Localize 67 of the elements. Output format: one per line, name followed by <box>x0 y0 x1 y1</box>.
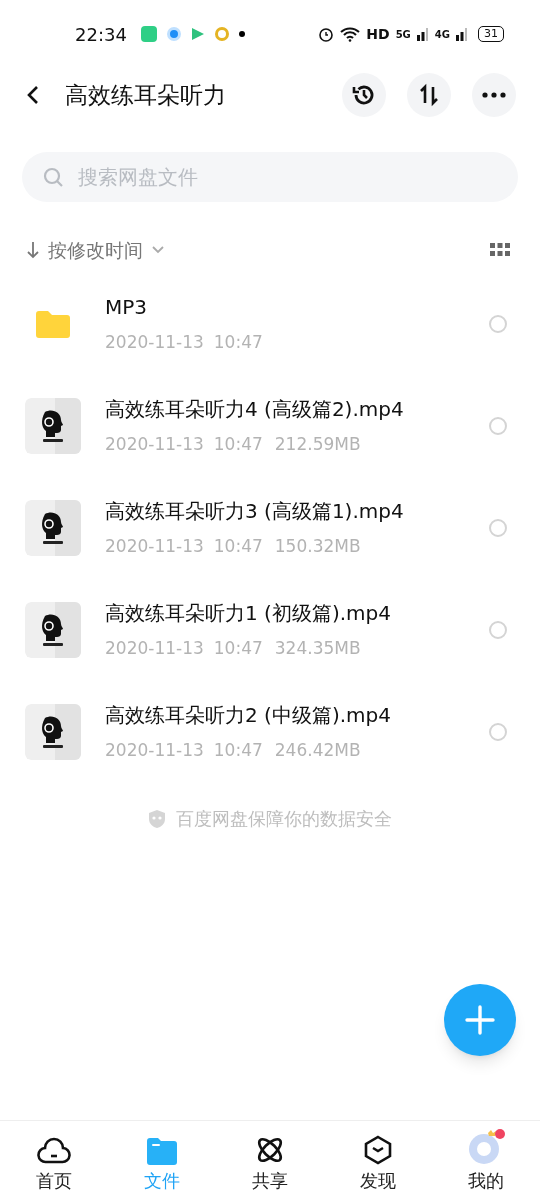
file-time: 10:47 <box>213 331 263 355</box>
file-row[interactable]: 高效练耳朵听力1 (初级篇).mp4 2020-11-13 10:47 324.35MB <box>0 579 540 681</box>
history-button[interactable] <box>342 73 386 117</box>
signal-label: 4G <box>434 27 450 42</box>
avatar-icon <box>466 1129 506 1165</box>
page-title: 高效练耳朵听力 <box>65 80 226 110</box>
plus-icon <box>465 1005 495 1035</box>
select-radio[interactable] <box>489 519 507 537</box>
file-size: 150.32MB <box>274 535 361 559</box>
file-row[interactable]: 高效练耳朵听力2 (中级篇).mp4 2020-11-13 10:47 246.42MB <box>0 681 540 783</box>
more-button[interactable] <box>472 73 516 117</box>
tab[interactable]: 共享 <box>216 1121 324 1194</box>
file-size: 246.42MB <box>274 739 361 763</box>
file-size: 324.35MB <box>274 637 361 661</box>
add-button[interactable] <box>444 984 516 1056</box>
signal-icon <box>456 27 468 41</box>
caret-icon <box>151 245 165 255</box>
down-arrow-icon <box>26 241 40 259</box>
app-icon <box>140 26 157 42</box>
status-time: 22:34 <box>75 22 127 47</box>
file-date: 2020-11-13 <box>105 535 204 559</box>
app-icon <box>214 27 229 41</box>
file-time: 10:47 <box>213 433 263 457</box>
file-name: 高效练耳朵听力4 (高级篇2).mp4 <box>105 396 405 424</box>
network-label: HD <box>366 24 390 44</box>
file-name: 高效练耳朵听力1 (初级篇).mp4 <box>105 600 392 628</box>
file-row[interactable]: 高效练耳朵听力3 (高级篇1).mp4 2020-11-13 10:47 150.32MB <box>0 477 540 579</box>
signal-label: 5G <box>395 27 411 42</box>
select-radio[interactable] <box>489 621 507 639</box>
select-radio[interactable] <box>489 417 507 435</box>
file-size: 212.59MB <box>274 433 361 457</box>
file-date: 2020-11-13 <box>105 433 204 457</box>
play-icon <box>190 27 205 41</box>
signal-icon <box>416 27 429 41</box>
file-time: 10:47 <box>213 739 263 763</box>
select-radio[interactable] <box>489 723 507 741</box>
file-date: 2020-11-13 <box>105 331 204 355</box>
select-radio[interactable] <box>489 315 507 333</box>
file-name: 高效练耳朵听力3 (高级篇1).mp4 <box>105 498 405 526</box>
file-row[interactable]: 高效练耳朵听力4 (高级篇2).mp4 2020-11-13 10:47 212.59MB <box>0 375 540 477</box>
file-row[interactable]: MP3 2020-11-13 10:47 <box>0 273 540 375</box>
app-icon <box>166 27 181 41</box>
file-time: 10:47 <box>213 637 263 661</box>
cloud-icon <box>37 1137 71 1165</box>
sort-button[interactable] <box>407 73 451 117</box>
grid-view-icon[interactable] <box>490 243 510 257</box>
file-name: 高效练耳朵听力2 (中级篇).mp4 <box>105 702 392 730</box>
battery-indicator: 31 <box>478 26 504 42</box>
file-name: MP3 <box>105 294 149 322</box>
shield-icon <box>148 808 166 829</box>
file-date: 2020-11-13 <box>105 637 204 661</box>
sort-order-dropdown[interactable]: 按修改时间 <box>26 235 165 265</box>
search-field[interactable]: 搜索网盘文件 <box>22 152 518 202</box>
tab[interactable]: 我的 <box>432 1121 540 1194</box>
search-icon <box>42 166 64 188</box>
tab[interactable]: 发现 <box>324 1121 432 1194</box>
folder-icon <box>35 310 70 338</box>
folder-icon <box>147 1137 177 1165</box>
tab[interactable]: 首页 <box>0 1121 108 1194</box>
hexagon-icon <box>364 1135 392 1165</box>
alarm-icon <box>318 26 335 42</box>
atom-icon <box>255 1135 285 1165</box>
wifi-icon <box>340 26 361 42</box>
file-time: 10:47 <box>213 535 263 559</box>
more-icon <box>482 92 506 98</box>
file-date: 2020-11-13 <box>105 739 204 763</box>
security-note: 百度网盘保障你的数据安全 <box>176 807 392 831</box>
